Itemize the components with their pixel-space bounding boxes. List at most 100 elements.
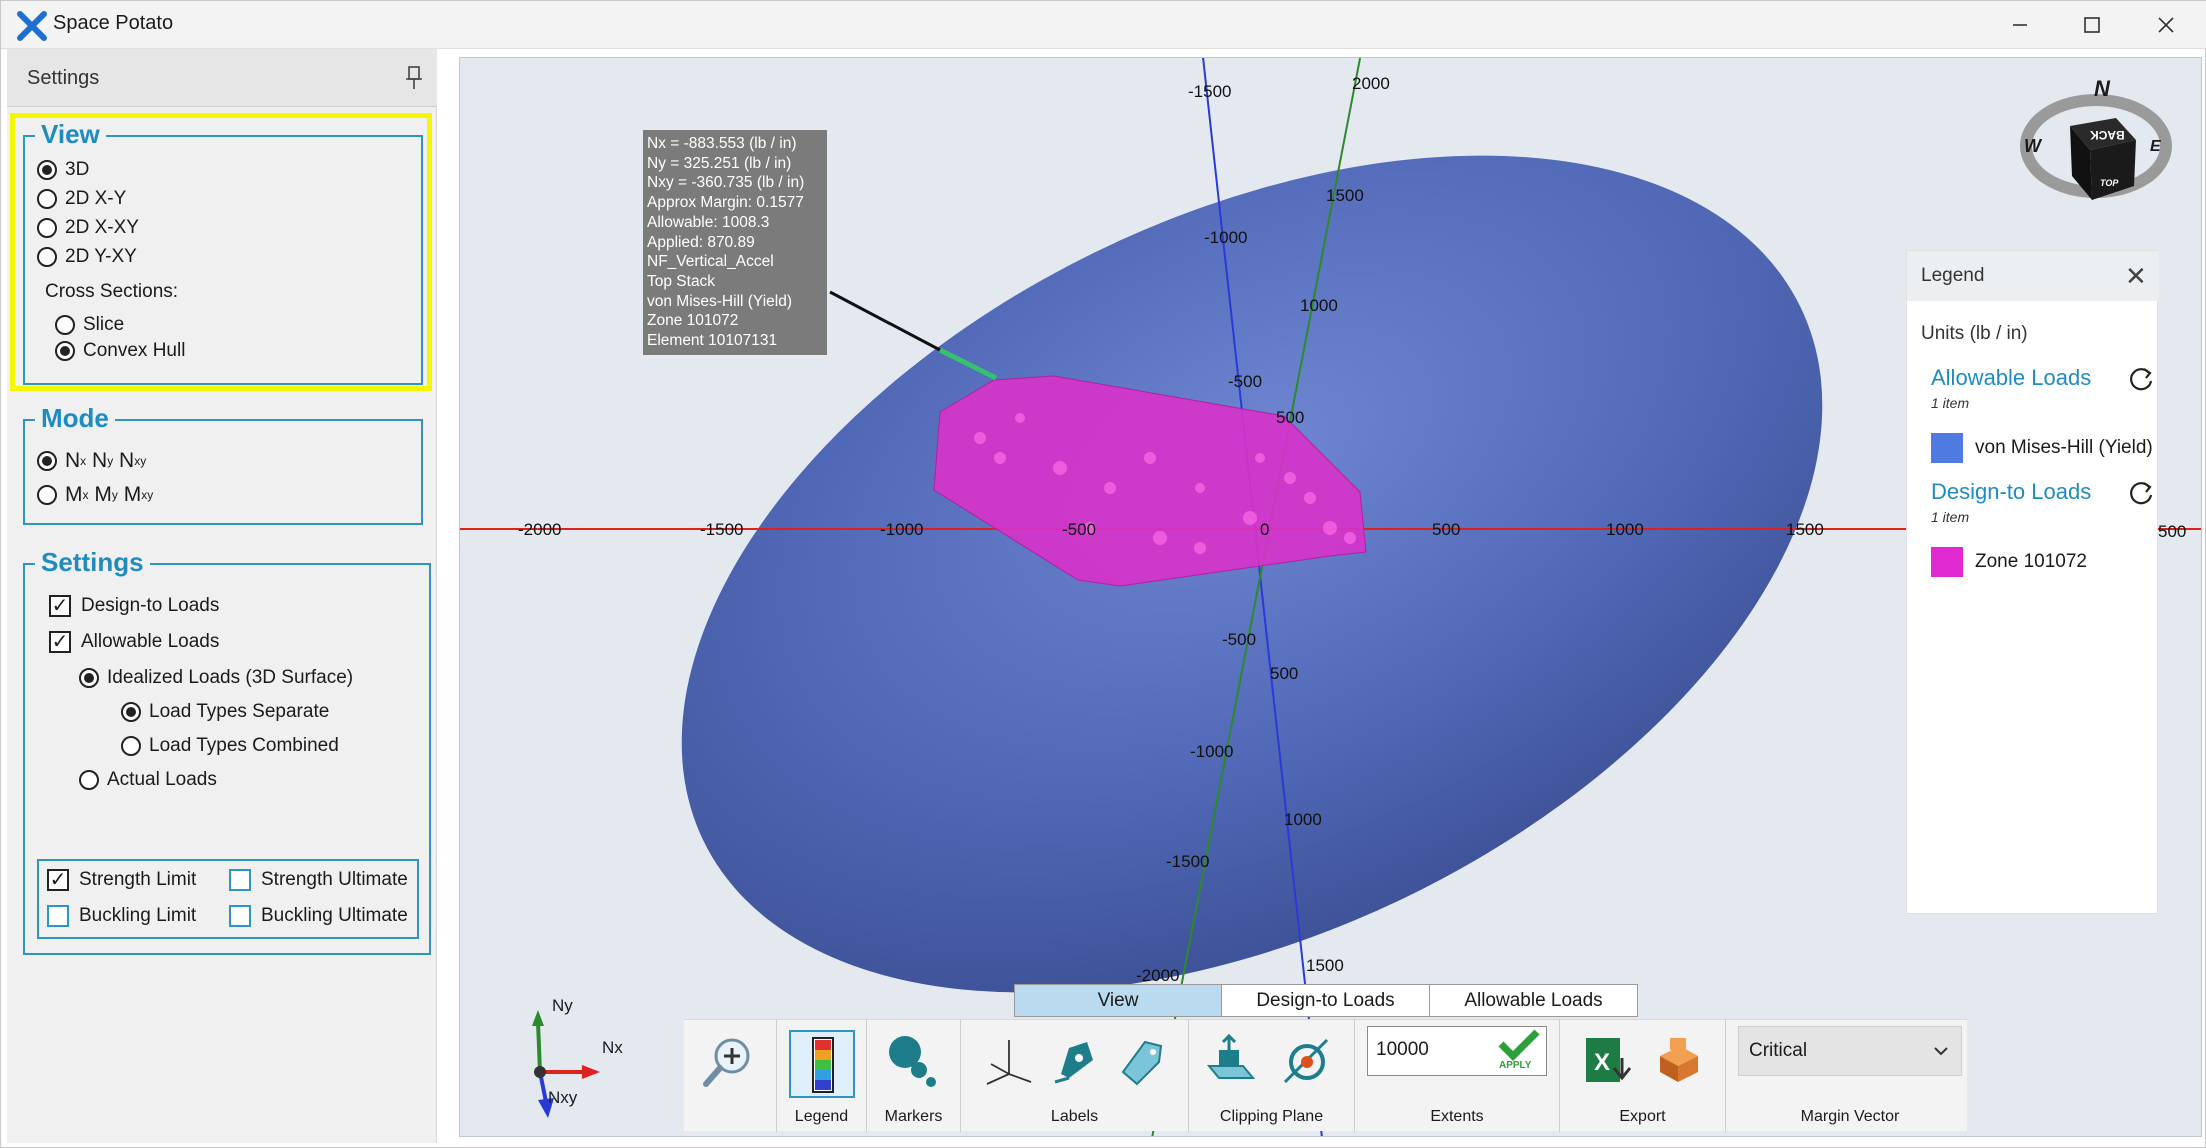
y-tick-label: -1000	[1190, 742, 1234, 761]
y-tick-label: 500	[1270, 664, 1299, 683]
compass-west: W	[2024, 136, 2041, 156]
settings-panel: Settings View 3D 2D X-Y 2D X-XY 2D Y-XY …	[7, 49, 437, 1143]
legend-design-item: Zone 101072	[1975, 551, 2087, 572]
tooltip-line: Applied: 870.89	[647, 233, 755, 251]
load-types-separate-option[interactable]: Load Types Separate	[121, 701, 329, 723]
pen-label-icon[interactable]	[1047, 1032, 1103, 1088]
buckling-limit-label: Buckling Limit	[79, 905, 197, 926]
x-tick-label: 500	[1432, 520, 1461, 539]
legend-units: Units (lb / in)	[1921, 323, 2028, 344]
design-to-loads-option[interactable]: ✓ Design-to Loads	[49, 595, 219, 617]
mode-group-title: Mode	[35, 403, 115, 434]
legend-toggle-button[interactable]	[789, 1030, 855, 1098]
idealized-loads-option[interactable]: Idealized Loads (3D Surface)	[79, 667, 353, 689]
app-logo-icon	[17, 11, 47, 41]
z-tick-label: 1000	[1300, 296, 1338, 315]
3d-viewport[interactable]: -2000 -1500 -1000 -500 0 500 1000 1500 5…	[459, 57, 2202, 1137]
load-types-combined-option[interactable]: Load Types Combined	[121, 735, 339, 757]
strength-ultimate-checkbox[interactable]	[229, 869, 251, 891]
allowable-loads-checkbox[interactable]: ✓	[49, 631, 71, 653]
refresh-allowable-icon[interactable]	[2127, 365, 2155, 393]
margin-vector-group: Critical Margin Vector	[1726, 1020, 1974, 1132]
window-title: Space Potato	[53, 12, 174, 34]
mode-option-m[interactable]: Mx My Mxy	[37, 483, 153, 507]
clipping-plane-group: Clipping Plane	[1189, 1020, 1355, 1132]
buckling-limit-checkbox[interactable]	[47, 905, 69, 927]
load-types-combined-label: Load Types Combined	[149, 735, 339, 756]
compass-east: E	[2150, 138, 2161, 155]
cube-top-label: TOP	[2100, 178, 2119, 188]
actual-loads-option[interactable]: Actual Loads	[79, 769, 217, 791]
markers-icon[interactable]	[885, 1032, 941, 1088]
strength-limit-label: Strength Limit	[79, 869, 197, 890]
axis-labels-icon[interactable]	[981, 1034, 1037, 1090]
y-tick-label: -1000	[1204, 228, 1248, 247]
buckling-ultimate-checkbox[interactable]	[229, 905, 251, 927]
pin-icon[interactable]	[403, 65, 425, 91]
x-tick-label: -2000	[518, 520, 562, 539]
tab-view[interactable]: View	[1015, 985, 1222, 1016]
radio-mode-m[interactable]	[37, 485, 57, 505]
strength-limit-checkbox[interactable]: ✓	[47, 869, 69, 891]
view-cube[interactable]: N W E BACK TOP	[2016, 76, 2176, 218]
legend-icon	[812, 1037, 834, 1093]
tag-label-icon[interactable]	[1111, 1032, 1167, 1088]
legend-panel: Legend ✕ Units (lb / in) Allowable Loads…	[1906, 250, 2159, 914]
labels-group: Labels	[961, 1020, 1189, 1132]
close-button[interactable]	[2131, 1, 2201, 49]
strength-ultimate-label: Strength Ultimate	[261, 869, 408, 890]
refresh-design-icon[interactable]	[2127, 479, 2155, 507]
title-bar: Space Potato	[1, 1, 2206, 49]
tooltip-line: von Mises-Hill (Yield)	[647, 292, 792, 310]
allowable-loads-option[interactable]: ✓ Allowable Loads	[49, 631, 219, 653]
x-tick-label: -500	[1062, 520, 1097, 539]
zoom-in-icon[interactable]	[700, 1034, 756, 1090]
mode-option-n[interactable]: Nx Ny Nxy	[37, 449, 146, 473]
tooltip-line: NF_Vertical_Accel	[647, 253, 774, 271]
radio-idealized-loads[interactable]	[79, 668, 99, 688]
maximize-button[interactable]	[2057, 1, 2127, 49]
minimize-button[interactable]	[1985, 1, 2055, 49]
margin-vector-select[interactable]: Critical	[1738, 1026, 1962, 1076]
tab-allowable-loads[interactable]: Allowable Loads	[1430, 985, 1637, 1016]
buckling-ultimate-option[interactable]: Buckling Ultimate	[229, 905, 408, 927]
mode-n-c-sub: xy	[134, 454, 147, 468]
legend-close-icon[interactable]: ✕	[2125, 261, 2147, 292]
margin-vector-value: Critical	[1749, 1040, 1808, 1061]
export-model-icon[interactable]	[1650, 1032, 1706, 1088]
legend-design-count: 1 item	[1931, 509, 1970, 525]
radio-actual-loads[interactable]	[79, 770, 99, 790]
legend-button-label: Legend	[794, 1108, 849, 1125]
tooltip-line: Ny = 325.251 (lb / in)	[647, 154, 792, 172]
clipping-plane-icon[interactable]	[1203, 1032, 1259, 1088]
tooltip-line: Top Stack	[647, 272, 716, 290]
legend-header: Legend ✕	[1907, 251, 2159, 301]
view-group-highlight	[10, 113, 432, 391]
x-tick-label: 0	[1260, 520, 1270, 539]
clipping-target-icon[interactable]	[1279, 1032, 1335, 1088]
axis-triad-icon	[532, 1010, 600, 1118]
axis-triad: Ny Nx Nxy	[516, 996, 666, 1136]
triad-ny-label: Ny	[552, 996, 573, 1015]
tooltip-line: Zone 101072	[647, 312, 739, 330]
ribbon-toolbar: Legend Markers Labels Clipping Plane 100…	[684, 1019, 1967, 1132]
z-tick-label: 1500	[1326, 186, 1364, 205]
strength-limit-option[interactable]: ✓ Strength Limit	[47, 869, 196, 891]
extents-label: Extents	[1430, 1108, 1484, 1125]
apply-button[interactable]: APPLY	[1493, 1028, 1545, 1074]
tab-design-to-loads[interactable]: Design-to Loads	[1222, 985, 1430, 1016]
radio-load-types-separate[interactable]	[121, 702, 141, 722]
chevron-down-icon	[1934, 1047, 1948, 1056]
mode-n-c: N	[119, 449, 135, 472]
strength-ultimate-option[interactable]: Strength Ultimate	[229, 869, 408, 891]
radio-load-types-combined[interactable]	[121, 736, 141, 756]
radio-mode-n[interactable]	[37, 451, 57, 471]
y-tick-label: 1000	[1284, 810, 1322, 829]
export-excel-icon[interactable]: X	[1580, 1032, 1636, 1088]
design-to-loads-checkbox[interactable]: ✓	[49, 595, 71, 617]
tooltip-line: Element 10107131	[647, 332, 778, 350]
buckling-limit-option[interactable]: Buckling Limit	[47, 905, 196, 927]
legend-title: Legend	[1921, 265, 1985, 286]
cube-back-label: BACK	[2090, 128, 2125, 142]
idealized-loads-label: Idealized Loads (3D Surface)	[107, 667, 354, 688]
